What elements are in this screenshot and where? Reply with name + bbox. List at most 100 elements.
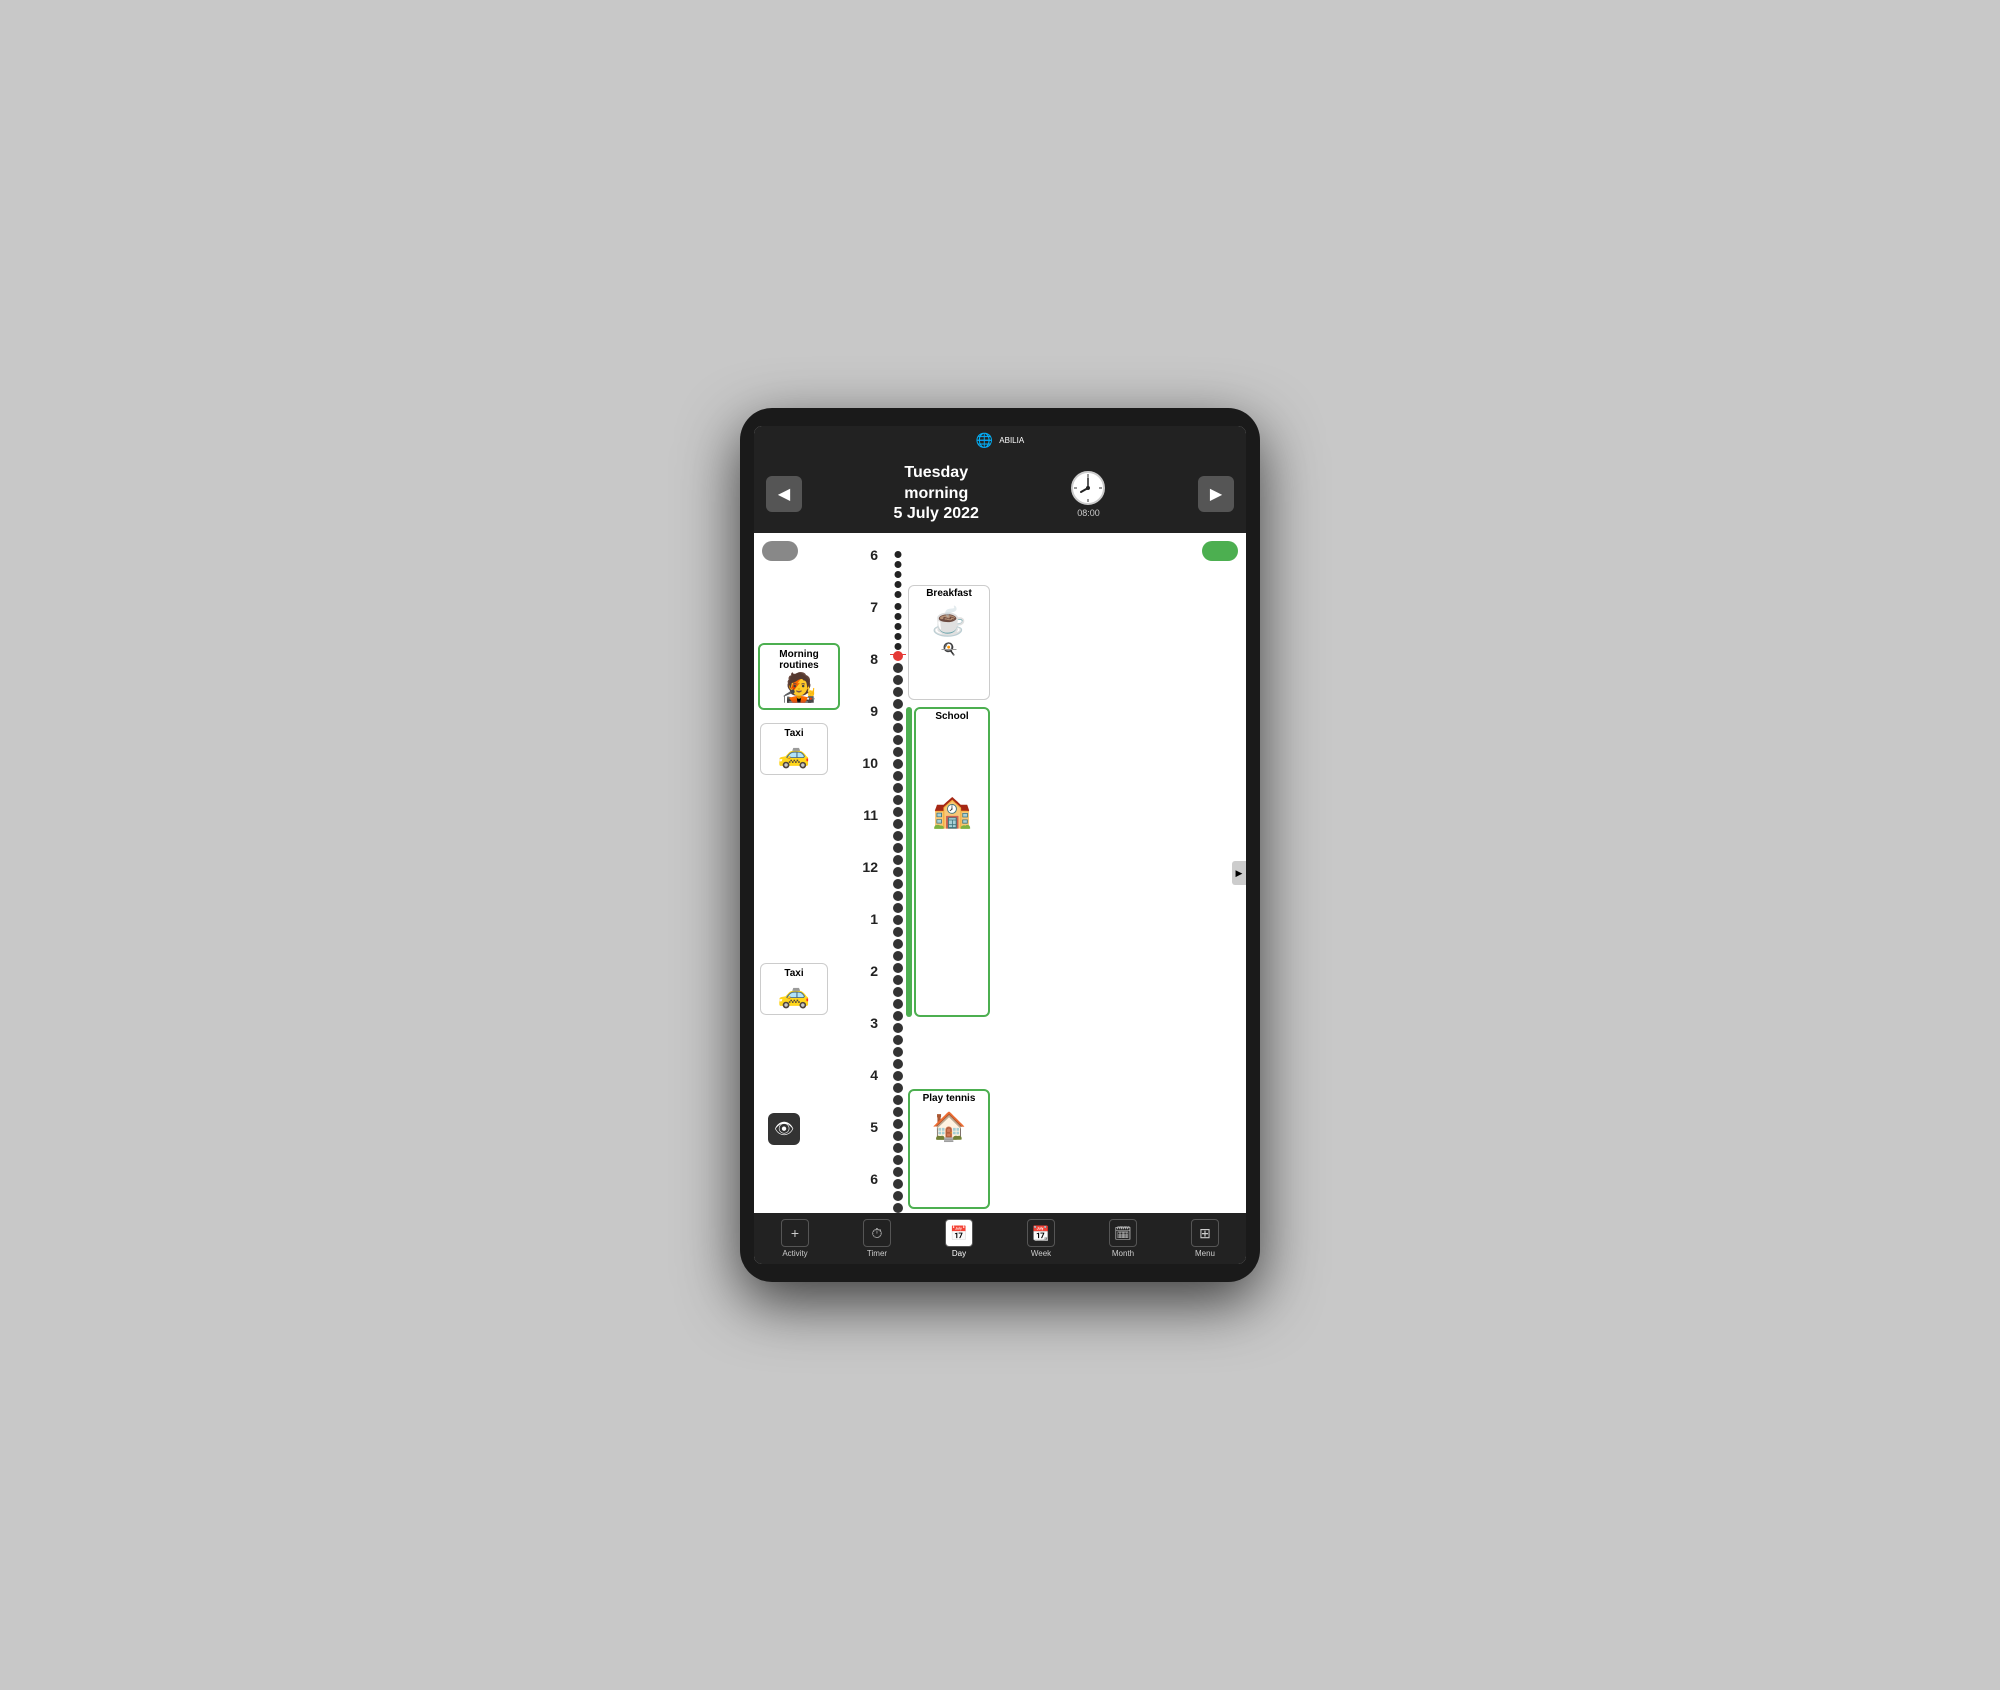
menu-icon: ⊞ <box>1191 1219 1219 1247</box>
hour-5: 5 <box>870 1119 878 1135</box>
dot-3c <box>893 1023 903 1033</box>
dot-2d <box>893 987 903 997</box>
current-time-dot <box>893 651 903 661</box>
header: ◀ Tuesday morning 5 July 2022 <box>754 455 1246 533</box>
taxi-card-bottom[interactable]: Taxi 🚕 <box>760 963 828 1015</box>
dot-10d <box>893 795 903 805</box>
nav-week[interactable]: 📆 Week <box>1027 1219 1055 1258</box>
hour-11: 11 <box>863 807 878 823</box>
nav-day[interactable]: 📅 Day <box>945 1219 973 1258</box>
morning-routines-card[interactable]: Morning routines 🧑‍🎤 <box>758 643 840 710</box>
week-icon: 📆 <box>1027 1219 1055 1247</box>
hour-7: 7 <box>870 599 878 615</box>
hours-column: 6 7 8 9 10 11 12 1 2 3 4 5 6 <box>834 533 884 1213</box>
dot-5 <box>893 1095 903 1105</box>
dot-6d <box>895 581 902 588</box>
tennis-label: Play tennis <box>919 1091 980 1106</box>
nav-month[interactable]: 🗓 Month <box>1109 1219 1137 1258</box>
dot-6g <box>893 1155 903 1165</box>
hour-8: 8 <box>870 651 878 667</box>
dot-9b <box>893 723 903 733</box>
school-label: School <box>931 709 972 724</box>
dot-9 <box>893 711 903 721</box>
nav-menu[interactable]: ⊞ Menu <box>1191 1219 1219 1258</box>
dot-5d <box>893 1131 903 1141</box>
nav-timer[interactable]: ⏱ Timer <box>863 1219 891 1258</box>
device: 🌐 ABILIA ◀ Tuesday morning 5 July 2022 <box>740 408 1260 1282</box>
dot-7b <box>895 613 902 620</box>
hour-9: 9 <box>870 703 878 719</box>
dot-4c <box>893 1071 903 1081</box>
hour-6b: 6 <box>870 1171 878 1187</box>
next-button[interactable]: ▶ <box>1198 476 1234 512</box>
school-event[interactable]: School 🏫 <box>914 707 990 1017</box>
bottom-nav: + Activity ⏱ Timer 📅 Day 📆 Week 🗓 Month … <box>754 1213 1246 1264</box>
dot-3 <box>893 999 903 1009</box>
dots-column <box>890 533 906 1213</box>
breakfast-icon: ☕ <box>928 601 971 642</box>
dot-8e <box>893 699 903 709</box>
dot-9c <box>893 735 903 745</box>
dot-10c <box>893 783 903 793</box>
taxi-top-label: Taxi <box>784 728 803 739</box>
day-label: Tuesday <box>894 463 979 484</box>
taxi-bottom-icon: 🚕 <box>778 979 810 1010</box>
dot-8c <box>893 675 903 685</box>
brand-bar: 🌐 ABILIA <box>754 426 1246 455</box>
hour-10: 10 <box>862 755 878 771</box>
month-icon: 🗓 <box>1109 1219 1137 1247</box>
date-label: 5 July 2022 <box>894 504 979 525</box>
dot-4d <box>893 1083 903 1093</box>
timer-label: Timer <box>867 1249 887 1258</box>
right-scroll-button[interactable]: ▶ <box>1232 861 1246 885</box>
week-label: Week <box>1031 1249 1051 1258</box>
dot-7c <box>895 623 902 630</box>
dot-1c <box>893 927 903 937</box>
taxi-card-top[interactable]: Taxi 🚕 <box>760 723 828 775</box>
dot-6h <box>893 1167 903 1177</box>
dot-3b <box>893 1011 903 1021</box>
breakfast-label: Breakfast <box>922 586 976 601</box>
school-bar <box>906 707 912 1017</box>
dot-3d <box>893 1035 903 1045</box>
morning-routines-icon: 🧑‍🎤 <box>782 671 817 704</box>
brand-name: ABILIA <box>999 436 1024 446</box>
menu-label: Menu <box>1195 1249 1215 1258</box>
dot-8b <box>893 663 903 673</box>
dot-6j <box>893 1191 903 1201</box>
timer-icon: ⏱ <box>863 1219 891 1247</box>
dot-6e <box>895 591 902 598</box>
dot-4b <box>893 1059 903 1069</box>
dot-1 <box>893 903 903 913</box>
time-label: 08:00 <box>1077 508 1100 518</box>
dot-5c <box>893 1119 903 1129</box>
hour-6: 6 <box>870 547 878 563</box>
time-of-day-label: morning <box>894 484 979 505</box>
hour-2: 2 <box>870 963 878 979</box>
hour-12: 12 <box>862 859 878 875</box>
right-toggle[interactable] <box>1202 541 1238 561</box>
brand-icon: 🌐 <box>976 432 993 449</box>
eye-button[interactable]: 👁 <box>768 1113 800 1145</box>
breakfast-event[interactable]: Breakfast ☕ 🍳 <box>908 585 990 700</box>
nav-activity[interactable]: + Activity <box>781 1219 809 1258</box>
left-toggle[interactable] <box>762 541 798 561</box>
current-time-line <box>890 654 906 655</box>
hour-4: 4 <box>870 1067 878 1083</box>
dot-6c <box>895 571 902 578</box>
taxi-top-icon: 🚕 <box>778 739 810 770</box>
dot-6b <box>895 561 902 568</box>
dot-2c <box>893 975 903 985</box>
tennis-icon: 🏠 <box>928 1106 971 1147</box>
dot-10b <box>893 771 903 781</box>
dot-8d <box>893 687 903 697</box>
day-icon: 📅 <box>945 1219 973 1247</box>
dot-12 <box>893 855 903 865</box>
hour-1: 1 <box>870 911 878 927</box>
tennis-event[interactable]: Play tennis 🏠 <box>908 1089 990 1209</box>
events-column: Breakfast ☕ 🍳 School 🏫 Play tennis 🏠 <box>906 533 996 1213</box>
prev-button[interactable]: ◀ <box>766 476 802 512</box>
school-icon: 🏫 <box>924 784 980 838</box>
dot-11d <box>893 843 903 853</box>
dot-12c <box>893 879 903 889</box>
